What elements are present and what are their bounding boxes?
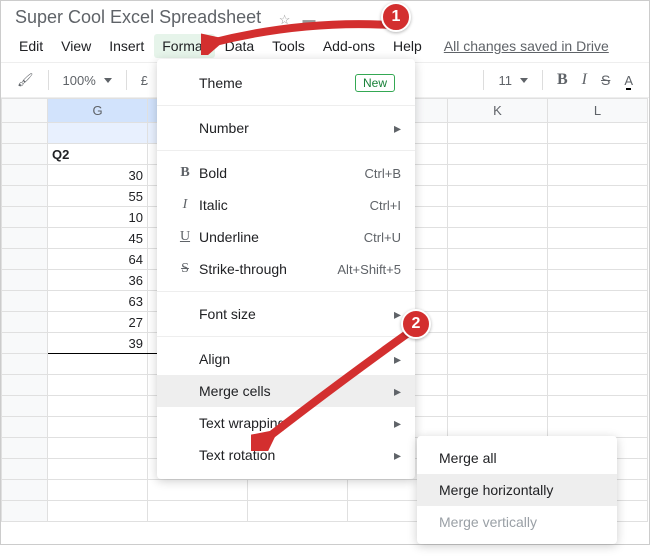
cell[interactable]: 10 (48, 207, 148, 228)
merge-all[interactable]: Merge all (417, 442, 617, 474)
cell[interactable]: 55 (48, 186, 148, 207)
chevron-right-icon: ▸ (394, 306, 401, 323)
text-color-button[interactable]: A (618, 69, 639, 92)
merge-vertically: Merge vertically (417, 506, 617, 538)
cell[interactable]: 27 (48, 312, 148, 333)
chevron-right-icon: ▸ (394, 120, 401, 137)
annotation-badge-2: 2 (401, 309, 431, 339)
cell[interactable]: 64 (48, 249, 148, 270)
menu-edit[interactable]: Edit (11, 34, 51, 58)
col-header[interactable]: L (548, 99, 648, 123)
menu-item-strike[interactable]: SStrike-throughAlt+Shift+5 (157, 253, 415, 285)
fontsize-selector[interactable]: 11 (492, 69, 534, 92)
menu-item-underline[interactable]: UUnderlineCtrl+U (157, 221, 415, 253)
menu-insert[interactable]: Insert (101, 34, 152, 58)
cell[interactable]: 45 (48, 228, 148, 249)
cell[interactable]: 36 (48, 270, 148, 291)
cell[interactable]: 39 (48, 333, 148, 354)
underline-icon: U (171, 229, 199, 245)
strike-button[interactable]: S (595, 68, 616, 92)
annotation-badge-1: 1 (381, 2, 411, 32)
annotation-arrow (251, 321, 421, 451)
italic-button[interactable]: I (576, 67, 593, 93)
merge-submenu: Merge all Merge horizontally Merge verti… (417, 436, 617, 544)
italic-icon: I (171, 197, 199, 213)
strike-icon: S (171, 261, 199, 277)
annotation-arrow (201, 15, 401, 55)
menu-item-number[interactable]: Number▸ (157, 112, 415, 144)
new-badge: New (355, 74, 395, 92)
zoom-selector[interactable]: 100% (57, 69, 118, 92)
cell[interactable]: Q2 (48, 144, 148, 165)
save-status[interactable]: All changes saved in Drive (436, 34, 617, 58)
menu-item-italic[interactable]: IItalicCtrl+I (157, 189, 415, 221)
col-header[interactable]: K (448, 99, 548, 123)
currency-icon[interactable]: £ (135, 69, 154, 92)
paint-format-icon[interactable]: 🖌 (11, 68, 40, 92)
bold-button[interactable]: B (551, 67, 574, 93)
cell[interactable]: 30 (48, 165, 148, 186)
bold-icon: B (171, 165, 199, 181)
cell[interactable]: 63 (48, 291, 148, 312)
col-header[interactable]: G (48, 99, 148, 123)
menu-item-bold[interactable]: BBoldCtrl+B (157, 157, 415, 189)
menu-item-theme[interactable]: Theme New (157, 67, 415, 99)
merge-horizontally[interactable]: Merge horizontally (417, 474, 617, 506)
menu-view[interactable]: View (53, 34, 99, 58)
